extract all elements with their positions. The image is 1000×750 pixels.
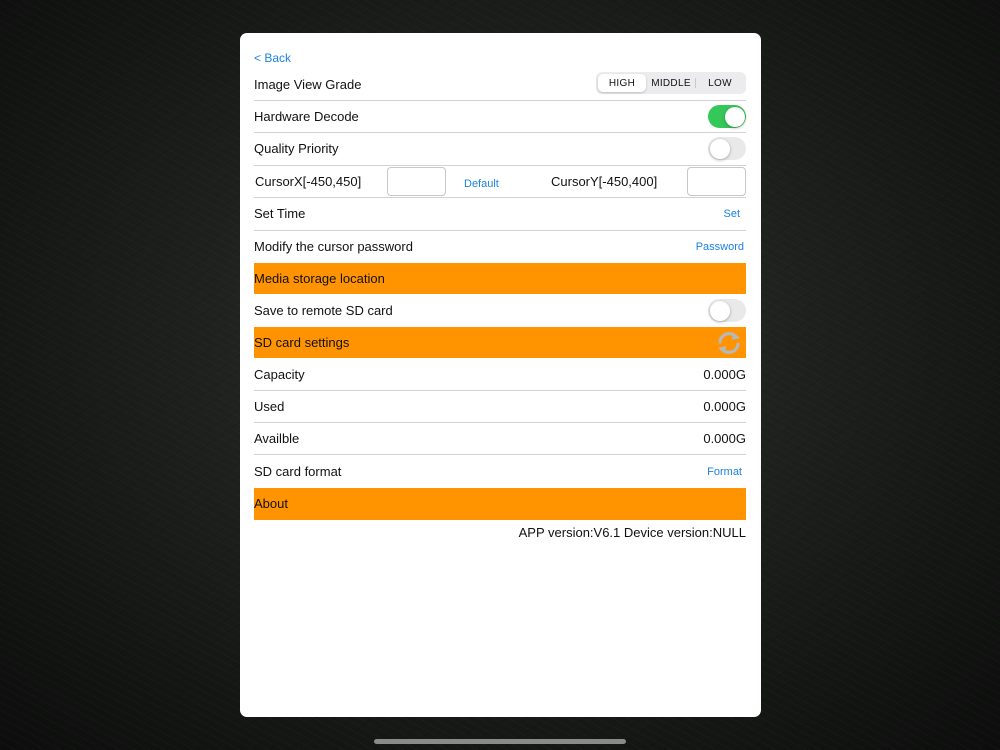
sd-card-settings-section-header: SD card settings [254,326,746,359]
capacity-row: Capacity 0.000G [254,359,746,392]
image-grade-segmented-control: HIGH MIDDLE LOW [596,72,746,94]
capacity-label: Capacity [254,366,305,382]
sd-card-settings-title: SD card settings [254,335,350,351]
save-remote-sd-row: Save to remote SD card [254,294,746,326]
hardware-decode-toggle[interactable] [708,105,746,129]
settings-list: Image View Grade HIGH MIDDLE LOW Hardwar… [254,69,746,520]
quality-priority-row: Quality Priority [254,133,746,166]
set-time-row: Set Time Set [254,198,746,230]
cursor-password-row: Modify the cursor password Password [254,229,746,262]
available-row: Availble 0.000G [254,423,746,456]
sd-card-format-label: SD card format [254,464,342,480]
set-time-label: Set Time [254,206,306,222]
hardware-decode-label: Hardware Decode [254,109,359,125]
about-title: About [254,496,288,512]
hardware-decode-row: Hardware Decode [254,101,746,134]
home-indicator[interactable] [374,739,626,744]
used-value: 0.000G [703,399,746,415]
format-button[interactable]: Format [707,466,742,478]
quality-priority-toggle[interactable] [708,137,746,161]
settings-panel: < Back Image View Grade HIGH MIDDLE LOW … [240,33,761,717]
version-info: APP version:V6.1 Device version:NULL [518,525,746,540]
set-time-button[interactable]: Set [723,208,740,220]
save-remote-sd-toggle[interactable] [708,299,746,322]
available-label: Availble [254,431,300,447]
cursor-x-input[interactable] [387,166,446,196]
media-storage-section-header: Media storage location [254,262,746,295]
image-view-grade-row: Image View Grade HIGH MIDDLE LOW [254,69,746,102]
segment-middle[interactable]: MIDDLE [647,74,695,92]
toggle-knob [724,106,745,127]
cursor-y-label: CursorY[-450,400] [551,173,658,189]
capacity-value: 0.000G [703,366,746,382]
quality-priority-label: Quality Priority [254,141,339,157]
cursor-x-label: CursorX[-450,450] [255,173,362,189]
cursor-y-input[interactable] [687,166,746,196]
segment-low[interactable]: LOW [696,74,744,92]
cursor-row: CursorX[-450,450] Default CursorY[-450,4… [254,166,746,198]
used-label: Used [254,399,285,415]
available-value: 0.000G [703,431,746,447]
cursor-password-label: Modify the cursor password [254,239,413,255]
toggle-knob [709,138,730,159]
sd-card-format-row: SD card format Format [254,455,746,487]
password-button[interactable]: Password [696,241,744,253]
about-section-header: About [254,488,746,520]
default-button[interactable]: Default [464,178,499,190]
save-remote-sd-label: Save to remote SD card [254,303,393,318]
refresh-icon[interactable] [716,330,742,356]
toggle-knob [709,300,730,321]
segment-high[interactable]: HIGH [598,74,646,92]
back-button[interactable]: < Back [254,51,291,65]
media-storage-title: Media storage location [254,270,385,286]
used-row: Used 0.000G [254,391,746,424]
